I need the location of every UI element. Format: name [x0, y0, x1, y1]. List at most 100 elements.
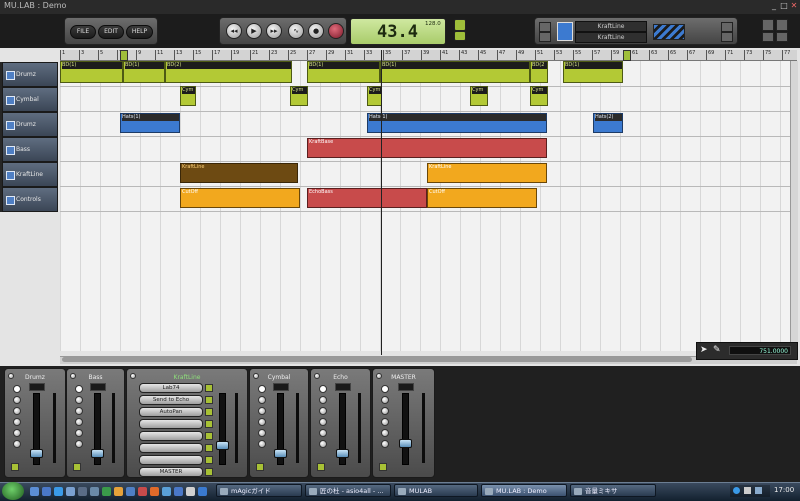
- track-header[interactable]: Drumz: [2, 112, 58, 137]
- clip[interactable]: BD(1): [563, 61, 623, 83]
- clip[interactable]: Hats(1): [367, 113, 547, 133]
- clip[interactable]: BD(1): [307, 61, 380, 83]
- fader-knob[interactable]: [90, 449, 104, 458]
- volume-fader[interactable]: [219, 393, 226, 465]
- quicklaunch-ie-icon[interactable]: [54, 487, 63, 496]
- clip[interactable]: KraftLine: [427, 163, 547, 183]
- track-header[interactable]: KraftLine: [2, 162, 58, 187]
- taskbar-button[interactable]: 匠の杜 - asio4all - ...: [305, 484, 391, 497]
- quicklaunch-app8-icon[interactable]: [162, 487, 171, 496]
- fader-knob[interactable]: [216, 441, 229, 450]
- clip[interactable]: EchoBass: [307, 188, 427, 208]
- track-header[interactable]: Bass: [2, 137, 58, 162]
- slot-arrow-icon[interactable]: [205, 468, 213, 476]
- send-knob[interactable]: [319, 407, 327, 415]
- loop-start-marker[interactable]: [120, 50, 128, 61]
- record-icon[interactable]: ●: [308, 23, 324, 39]
- quicklaunch-app11-icon[interactable]: [198, 487, 207, 496]
- sync-icon[interactable]: [454, 19, 466, 31]
- clip[interactable]: Hats(2): [593, 113, 623, 133]
- track-header[interactable]: Controls: [2, 187, 58, 212]
- send-knob[interactable]: [75, 418, 83, 426]
- quicklaunch-app10-icon[interactable]: [186, 487, 195, 496]
- quicklaunch-app7-icon[interactable]: [150, 487, 159, 496]
- clip[interactable]: Cym: [367, 86, 382, 106]
- fast-forward-icon[interactable]: ▸▸: [266, 23, 282, 39]
- quicklaunch-app1-icon[interactable]: [78, 487, 87, 496]
- send-knob[interactable]: [319, 396, 327, 404]
- quicklaunch-switch-icon[interactable]: [66, 487, 75, 496]
- effect-slot[interactable]: [139, 431, 203, 441]
- link-icon[interactable]: [454, 31, 466, 41]
- strip-power-icon[interactable]: [314, 373, 320, 379]
- send-knob[interactable]: [381, 407, 389, 415]
- send-knob[interactable]: [258, 429, 266, 437]
- loop-icon[interactable]: ∿: [288, 23, 304, 39]
- scrollbar-thumb[interactable]: [62, 357, 692, 362]
- network-icon[interactable]: [733, 487, 740, 494]
- taskbar-button[interactable]: mAgicガイド: [216, 484, 302, 497]
- clip[interactable]: BD(2: [530, 61, 548, 83]
- clip[interactable]: KraftBase: [307, 138, 547, 158]
- pointer-icon[interactable]: ➤: [700, 345, 708, 355]
- pan-display[interactable]: [397, 383, 414, 391]
- fader-knob[interactable]: [274, 449, 287, 458]
- close-icon[interactable]: ✕: [790, 2, 798, 10]
- effect-slot[interactable]: [139, 419, 203, 429]
- nav-forward-icon[interactable]: [721, 22, 733, 32]
- send-knob[interactable]: [13, 429, 21, 437]
- strip-arrow-icon[interactable]: [317, 463, 325, 471]
- volume-fader[interactable]: [401, 393, 409, 465]
- pan-display[interactable]: [334, 383, 351, 391]
- slot-arrow-icon[interactable]: [205, 420, 213, 428]
- slot-arrow-icon[interactable]: [205, 384, 213, 392]
- send-knob[interactable]: [75, 429, 83, 437]
- clip[interactable]: Hats(1): [120, 113, 180, 133]
- quicklaunch-app3-icon[interactable]: [102, 487, 111, 496]
- clip[interactable]: CutOff: [180, 188, 300, 208]
- slot-arrow-icon[interactable]: [205, 444, 213, 452]
- track-header[interactable]: Drumz: [2, 62, 58, 87]
- quicklaunch-app2-icon[interactable]: [90, 487, 99, 496]
- clip[interactable]: KraftLine: [180, 163, 298, 183]
- slot-arrow-icon[interactable]: [205, 396, 213, 404]
- metronome-icon[interactable]: [328, 23, 344, 39]
- send-knob[interactable]: [75, 396, 83, 404]
- effect-slot[interactable]: MASTER: [139, 467, 203, 477]
- file-button[interactable]: FILE: [70, 25, 96, 39]
- position-field[interactable]: 751.0000: [729, 346, 791, 355]
- effect-slot[interactable]: [139, 443, 203, 453]
- quicklaunch-app6-icon[interactable]: [138, 487, 147, 496]
- send-knob[interactable]: [258, 440, 266, 448]
- strip-power-icon[interactable]: [70, 373, 76, 379]
- send-knob[interactable]: [319, 418, 327, 426]
- nav-up-icon[interactable]: [539, 32, 551, 42]
- edit-button[interactable]: EDIT: [98, 25, 124, 39]
- send-knob[interactable]: [381, 396, 389, 404]
- loop-end-marker[interactable]: [623, 50, 631, 61]
- rewind-icon[interactable]: ◂◂: [226, 23, 242, 39]
- clip[interactable]: Cym: [530, 86, 548, 106]
- slot-arrow-icon[interactable]: [205, 456, 213, 464]
- track-header[interactable]: Cymbal: [2, 87, 58, 112]
- send-knob[interactable]: [75, 385, 83, 393]
- send-knob[interactable]: [75, 407, 83, 415]
- quicklaunch-app5-icon[interactable]: [126, 487, 135, 496]
- pause-toggle-icon[interactable]: [776, 32, 788, 42]
- minimize-icon[interactable]: _: [770, 2, 778, 10]
- clip[interactable]: BD(1): [380, 61, 530, 83]
- fader-knob[interactable]: [335, 449, 349, 458]
- zoom-toggle-icon[interactable]: [762, 32, 774, 42]
- pan-display[interactable]: [29, 383, 45, 391]
- clip[interactable]: BD(1): [123, 61, 165, 83]
- play-icon[interactable]: ▶: [246, 23, 262, 39]
- playhead[interactable]: [381, 50, 382, 355]
- clip[interactable]: Cym: [180, 86, 196, 106]
- nav-module-sub[interactable]: KraftLine: [575, 32, 647, 43]
- clip[interactable]: BD(1): [60, 61, 123, 83]
- send-knob[interactable]: [381, 429, 389, 437]
- send-knob[interactable]: [13, 418, 21, 426]
- quicklaunch-app4-icon[interactable]: [114, 487, 123, 496]
- view-toggle-icon[interactable]: [762, 19, 774, 31]
- help-button[interactable]: HELP: [126, 25, 153, 39]
